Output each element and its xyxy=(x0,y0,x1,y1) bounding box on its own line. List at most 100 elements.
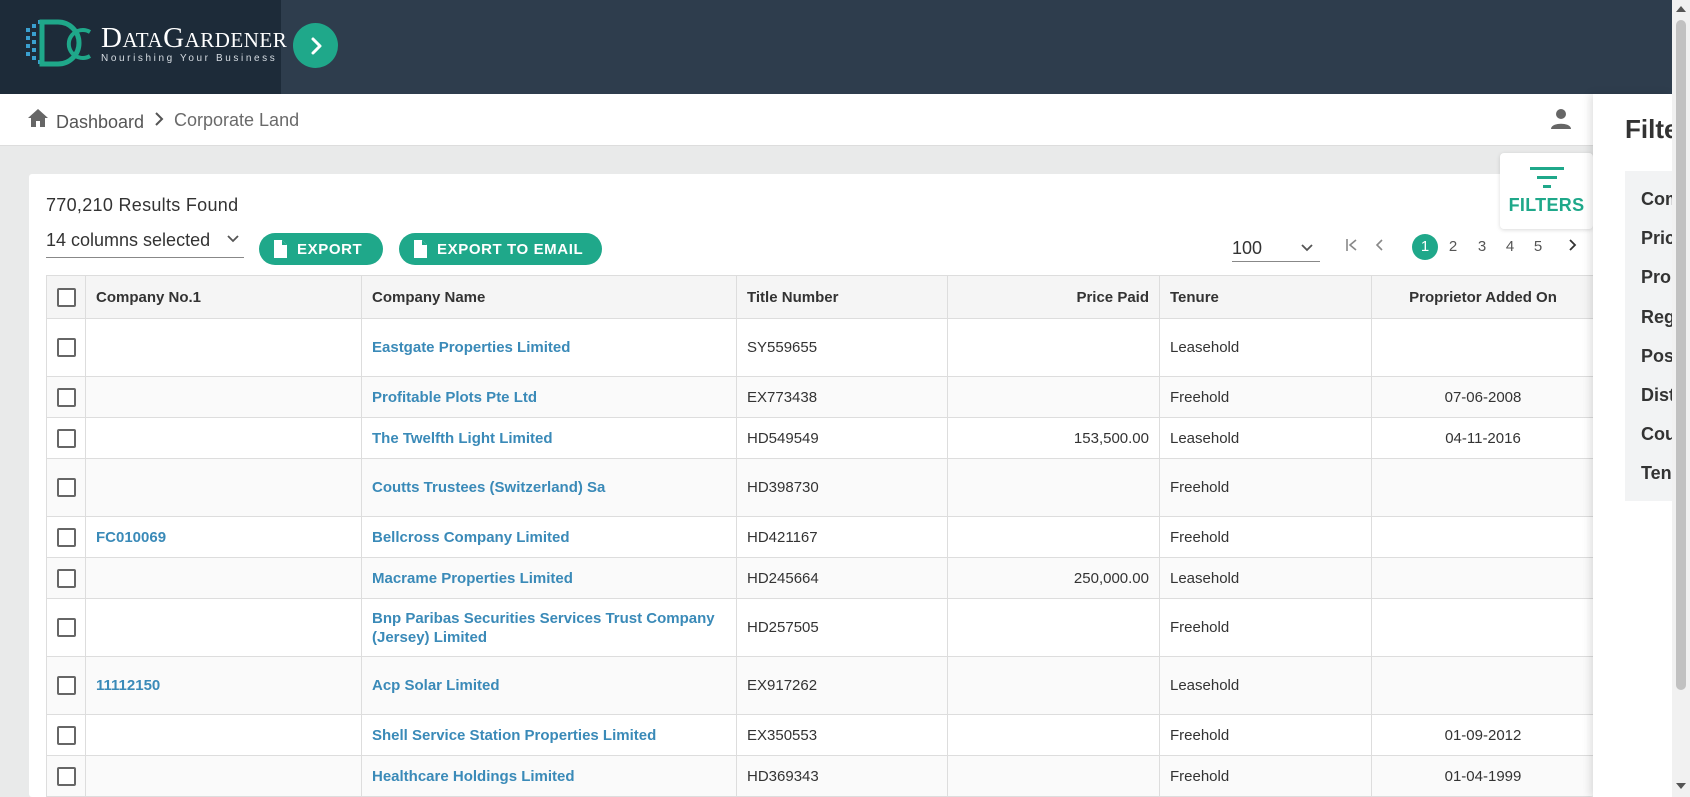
filter-item-county[interactable]: County xyxy=(1641,424,1672,445)
scroll-up-arrow-icon[interactable] xyxy=(1676,6,1686,12)
scroll-down-arrow-icon[interactable] xyxy=(1676,783,1686,789)
page-2-button[interactable]: 2 xyxy=(1440,234,1466,260)
file-icon xyxy=(414,240,427,258)
page-scrollbar[interactable] xyxy=(1672,0,1690,797)
select-all-checkbox[interactable] xyxy=(56,287,76,307)
breadcrumb-dashboard-link[interactable]: Dashboard xyxy=(56,112,144,133)
page-1-button[interactable]: 1 xyxy=(1412,234,1438,260)
title-number: EX350553 xyxy=(747,726,818,744)
filter-panel-title: Filters xyxy=(1625,114,1672,144)
filters-toggle-label: FILTERS xyxy=(1508,195,1585,215)
row-checkbox[interactable] xyxy=(56,338,76,357)
export-button-label: EXPORT xyxy=(297,240,363,258)
export-to-email-button[interactable]: EXPORT TO EMAIL xyxy=(399,233,602,265)
column-header-proprietor-added-on[interactable]: Proprietor Added On xyxy=(1372,276,1593,318)
tenure: Leasehold xyxy=(1170,569,1240,587)
company-name-link[interactable]: Macrame Properties Limited xyxy=(372,569,573,588)
filters-toggle-button[interactable]: FILTERS xyxy=(1500,153,1593,229)
company-name-link[interactable]: Coutts Trustees (Switzerland) Sa xyxy=(372,478,605,497)
brand-tagline: Nourishing Your Business xyxy=(101,53,278,64)
filter-item-proprietor[interactable]: Proprietor xyxy=(1641,267,1672,288)
row-checkbox[interactable] xyxy=(56,618,76,637)
table-row: Macrame Properties Limited HD245664 250,00… xyxy=(47,558,1593,599)
company-name-link[interactable]: Shell Service Station Properties Limited xyxy=(372,726,656,745)
page-size-select[interactable]: 100 xyxy=(1232,232,1320,262)
row-checkbox[interactable] xyxy=(56,766,76,786)
row-checkbox[interactable] xyxy=(56,676,76,695)
page-3-button[interactable]: 3 xyxy=(1469,234,1495,260)
table-row: Healthcare Holdings Limited HD369343 Freeh… xyxy=(47,756,1593,797)
user-icon[interactable] xyxy=(1551,108,1571,130)
first-page-icon[interactable] xyxy=(1345,238,1359,252)
title-number: HD421167 xyxy=(747,528,818,546)
company-name-link[interactable]: Bnp Paribas Securities Services Trust Co… xyxy=(372,609,726,647)
brand-name: DATAGARDENER xyxy=(101,22,288,54)
column-header-company-name[interactable]: Company Name xyxy=(362,276,737,318)
company-number-link[interactable]: 11112150 xyxy=(96,676,160,695)
top-bar: DATAGARDENER Nourishing Your Business xyxy=(0,0,1690,94)
filter-icon xyxy=(1529,167,1564,188)
title-number: HD398730 xyxy=(747,479,819,496)
filter-item-tenure[interactable]: Tenure xyxy=(1641,463,1672,484)
company-name-link[interactable]: Acp Solar Limited xyxy=(372,676,500,695)
columns-select[interactable]: 14 columns selected xyxy=(46,230,244,258)
chevron-down-icon xyxy=(227,235,239,243)
title-number: HD369343 xyxy=(747,767,819,785)
company-number-link[interactable]: FC010069 xyxy=(96,528,166,547)
page-5-button[interactable]: 5 xyxy=(1525,234,1551,260)
results-count: 770,210 Results Found xyxy=(46,195,239,215)
column-header-tenure[interactable]: Tenure xyxy=(1160,276,1372,318)
row-checkbox[interactable] xyxy=(56,568,76,588)
row-checkbox[interactable] xyxy=(56,725,76,745)
table-row: Bnp Paribas Securities Services Trust Co… xyxy=(47,599,1593,657)
row-checkbox[interactable] xyxy=(56,478,76,497)
table-body: Eastgate Properties Limited SY559655 Lease… xyxy=(47,319,1593,797)
previous-page-icon[interactable] xyxy=(1373,238,1387,252)
tenure: Freehold xyxy=(1170,619,1230,636)
column-header-price-paid[interactable]: Price Paid xyxy=(948,276,1160,318)
filter-item-company[interactable]: Company xyxy=(1641,189,1672,210)
title-number: SY559655 xyxy=(747,339,818,356)
chevron-right-icon xyxy=(311,37,321,54)
proprietor-added-on: 07-06-2008 xyxy=(1444,388,1522,406)
filter-item-region[interactable]: Region xyxy=(1641,307,1672,328)
columns-select-value: 14 columns selected xyxy=(46,230,211,250)
home-icon[interactable] xyxy=(27,108,49,128)
filter-item-district[interactable]: District xyxy=(1641,385,1672,406)
title-number: HD549549 xyxy=(747,429,819,447)
scrollbar-thumb[interactable] xyxy=(1676,20,1686,690)
chevron-right-icon xyxy=(155,112,164,126)
chevron-down-icon xyxy=(1301,244,1313,252)
company-name-link[interactable]: Profitable Plots Pte Ltd xyxy=(372,388,537,407)
tenure: Leasehold xyxy=(1170,339,1240,356)
company-name-link[interactable]: Eastgate Properties Limited xyxy=(372,338,570,357)
table-row: The Twelfth Light Limited HD549549 153,500… xyxy=(47,418,1593,459)
proprietor-added-on: 01-04-1999 xyxy=(1444,767,1522,785)
page-4-button[interactable]: 4 xyxy=(1497,234,1523,260)
next-page-icon[interactable] xyxy=(1565,238,1579,252)
company-name-link[interactable]: Bellcross Company Limited xyxy=(372,528,570,547)
tenure: Freehold xyxy=(1170,726,1230,744)
filter-item-postcode[interactable]: Postcode xyxy=(1641,346,1672,367)
column-header-title-number[interactable]: Title Number xyxy=(737,276,948,318)
row-checkbox[interactable] xyxy=(56,387,76,407)
filter-item-price-paid[interactable]: Price Paid xyxy=(1641,228,1672,249)
export-button[interactable]: EXPORT xyxy=(259,233,383,265)
company-name-link[interactable]: Healthcare Holdings Limited xyxy=(372,767,575,786)
filter-panel-list: Company Price Paid Proprietor Region Pos… xyxy=(1625,171,1672,501)
results-table: Company No.1 Company Name Title Number P… xyxy=(46,275,1593,797)
row-checkbox[interactable] xyxy=(56,527,76,547)
row-checkbox[interactable] xyxy=(56,428,76,448)
table-header: Company No.1 Company Name Title Number P… xyxy=(47,276,1593,319)
proprietor-added-on: 01-09-2012 xyxy=(1444,726,1522,744)
company-name-link[interactable]: The Twelfth Light Limited xyxy=(372,429,553,448)
filter-panel: Filters Company Price Paid Proprietor Re… xyxy=(1593,94,1672,797)
proprietor-added-on: 04-11-2016 xyxy=(1445,429,1521,447)
tenure: Freehold xyxy=(1170,528,1230,546)
table-row: FC010069 Bellcross Company Limited HD42116… xyxy=(47,517,1593,558)
column-header-company-no[interactable]: Company No.1 xyxy=(86,276,362,318)
sidebar-toggle-button[interactable] xyxy=(293,23,338,68)
logo[interactable]: DATAGARDENER Nourishing Your Business xyxy=(0,0,287,94)
tenure: Freehold xyxy=(1170,388,1230,406)
title-number: EX917262 xyxy=(747,677,818,694)
